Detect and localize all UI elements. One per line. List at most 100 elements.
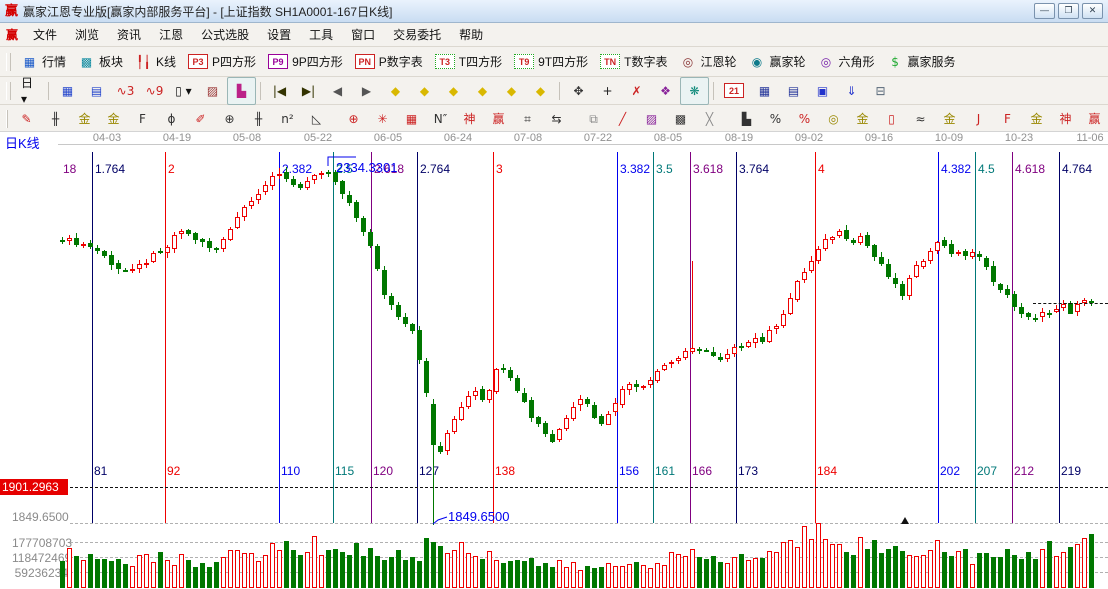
golden-section-button[interactable]: 金 [70, 105, 99, 133]
menu-item-6[interactable]: 工具 [300, 23, 342, 46]
pan-tool-button[interactable]: ✥ [564, 77, 593, 105]
quotes-button[interactable]: ▦行情 [15, 48, 72, 76]
n-wave-button[interactable]: N″ [426, 105, 455, 133]
diamond-expand-horizontal-button[interactable]: ◆ [439, 77, 468, 105]
menu-item-9[interactable]: 帮助 [450, 23, 492, 46]
gann-wheel-button[interactable]: ◎江恩轮 [673, 48, 742, 76]
volume-bar [452, 550, 457, 588]
kline-chart-area[interactable]: 日K线 04-0304-1905-0805-2206-0506-2407-080… [0, 131, 1108, 589]
kline-button[interactable]: ╿╽K线 [129, 48, 182, 76]
diamond-shift-right-button[interactable]: ◆ [410, 77, 439, 105]
grid-box-button[interactable]: ▦ [397, 105, 426, 133]
menu-item-8[interactable]: 交易委托 [384, 23, 450, 46]
golden-section2-button[interactable]: 金 [99, 105, 128, 133]
j-line-button[interactable]: J [964, 105, 993, 133]
spider-web-button[interactable]: ✳ [368, 105, 397, 133]
minimize-button[interactable]: — [1034, 3, 1055, 19]
shen-tool-button[interactable]: 神 [455, 105, 484, 133]
menu-item-0[interactable]: 文件 [24, 23, 66, 46]
hexagon-button[interactable]: ◎六角形 [812, 48, 881, 76]
9p-square-button[interactable]: P99P四方形 [262, 48, 349, 76]
ying-line-button[interactable]: 赢 [1080, 105, 1108, 133]
dark-fan-button[interactable]: ▩ [666, 105, 695, 133]
winner-service-button[interactable]: $赢家服务 [881, 48, 962, 76]
wave3-button[interactable]: ∿3 [111, 77, 140, 105]
menu-item-3[interactable]: 江恩 [150, 23, 192, 46]
t-square-button[interactable]: T3T四方形 [429, 48, 508, 76]
stat-table-button[interactable]: ▙ [732, 105, 761, 133]
candle-edit-button[interactable]: ▯ [877, 105, 906, 133]
gold-line3-button[interactable]: 金 [1022, 105, 1051, 133]
angle-tool-button[interactable]: ◺ [302, 105, 331, 133]
volume-panel-button[interactable]: ▙ [227, 77, 256, 105]
shen-line-button[interactable]: 神 [1051, 105, 1080, 133]
smart-analysis-button[interactable]: ❋ [680, 77, 709, 105]
diamond-shift-left-button[interactable]: ◆ [381, 77, 410, 105]
gann-box-tool-button[interactable]: ❖ [651, 77, 680, 105]
9t-square-button[interactable]: T99T四方形 [508, 48, 594, 76]
p-number-button[interactable]: PNP数字表 [349, 48, 429, 76]
save-button[interactable]: ▣ [808, 77, 837, 105]
purple-fan-button[interactable]: ▨ [637, 105, 666, 133]
draw-pen-button[interactable]: ✎ [12, 105, 41, 133]
child-window-logo-icon[interactable]: 赢 [6, 26, 18, 43]
p-square-button[interactable]: P3P四方形 [182, 48, 262, 76]
hatch-button[interactable]: ╳ [695, 105, 724, 133]
f-line-button[interactable]: F [993, 105, 1022, 133]
red-fan-button[interactable]: ╱ [608, 105, 637, 133]
calculator-button[interactable]: ▦ [750, 77, 779, 105]
t-number-button[interactable]: TNT数字表 [594, 48, 673, 76]
gold-line-button[interactable]: 金 [848, 105, 877, 133]
candle [319, 173, 324, 175]
restore-button[interactable]: ❐ [1058, 3, 1079, 19]
kline-pattern-button[interactable]: ▨ [198, 77, 227, 105]
p-number-button-label: P数字表 [379, 53, 423, 70]
winner-wheel-button[interactable]: ◉赢家轮 [742, 48, 811, 76]
close-button[interactable]: ✕ [1082, 3, 1103, 19]
ruler2-button[interactable]: ╫ [244, 105, 273, 133]
gann-circle-gold-button[interactable]: ◎ [819, 105, 848, 133]
gann-ratio-label-1: 1.764 [95, 162, 125, 176]
calendar-button[interactable]: 21 [718, 77, 750, 105]
period-selector[interactable]: 日 ▾ [15, 77, 44, 105]
circle-tool-button[interactable]: ⊕ [215, 105, 244, 133]
print-setup-button[interactable]: ⊟ [866, 77, 895, 105]
export-button[interactable]: ⇓ [837, 77, 866, 105]
spiral-button[interactable]: ϕ [157, 105, 186, 133]
diamond-expand-all-button[interactable]: ◆ [526, 77, 555, 105]
crosshair-tool-button[interactable]: + [593, 77, 622, 105]
n-square-button[interactable]: n² [273, 105, 302, 133]
width-arrows-button[interactable]: ⇆ [542, 105, 571, 133]
percent-button[interactable]: % [761, 105, 790, 133]
ying-tool-button[interactable]: 赢 [484, 105, 513, 133]
erase-tool-button[interactable]: ✗ [622, 77, 651, 105]
layout-box-button[interactable]: ⧉ [579, 105, 608, 133]
percent-line-button[interactable]: % [790, 105, 819, 133]
first-page-button[interactable]: |◀ [265, 77, 294, 105]
memo-button[interactable]: ▤ [779, 77, 808, 105]
diamond-compress-button[interactable]: ◆ [468, 77, 497, 105]
wave-channel-button[interactable]: ≈ [906, 105, 935, 133]
menu-item-7[interactable]: 窗口 [342, 23, 384, 46]
menu-item-2[interactable]: 资讯 [108, 23, 150, 46]
gold-line2-button[interactable]: 金 [935, 105, 964, 133]
diamond-fit-button[interactable]: ◆ [497, 77, 526, 105]
prev-button[interactable]: ◀ [323, 77, 352, 105]
menu-item-5[interactable]: 设置 [258, 23, 300, 46]
gann-count-label-7: 138 [495, 464, 515, 478]
ruler-button[interactable]: ╫ [41, 105, 70, 133]
wave9-button[interactable]: ∿9 [140, 77, 169, 105]
marker-pen-button[interactable]: ✐ [186, 105, 215, 133]
sectors-button[interactable]: ▩板块 [72, 48, 129, 76]
candle-style-selector[interactable]: ▯ ▾ [169, 77, 198, 105]
number-grid-button[interactable]: ⌗ [513, 105, 542, 133]
wave-channel-icon: ≈ [912, 111, 929, 127]
info-panel-button[interactable]: ▤ [82, 77, 111, 105]
last-page-button[interactable]: ▶| [294, 77, 323, 105]
next-button[interactable]: ▶ [352, 77, 381, 105]
fibonacci-button[interactable]: F [128, 105, 157, 133]
menu-item-1[interactable]: 浏览 [66, 23, 108, 46]
compass-cross-button[interactable]: ⊕ [339, 105, 368, 133]
layout-window-button[interactable]: ▦ [53, 77, 82, 105]
menu-item-4[interactable]: 公式选股 [192, 23, 258, 46]
